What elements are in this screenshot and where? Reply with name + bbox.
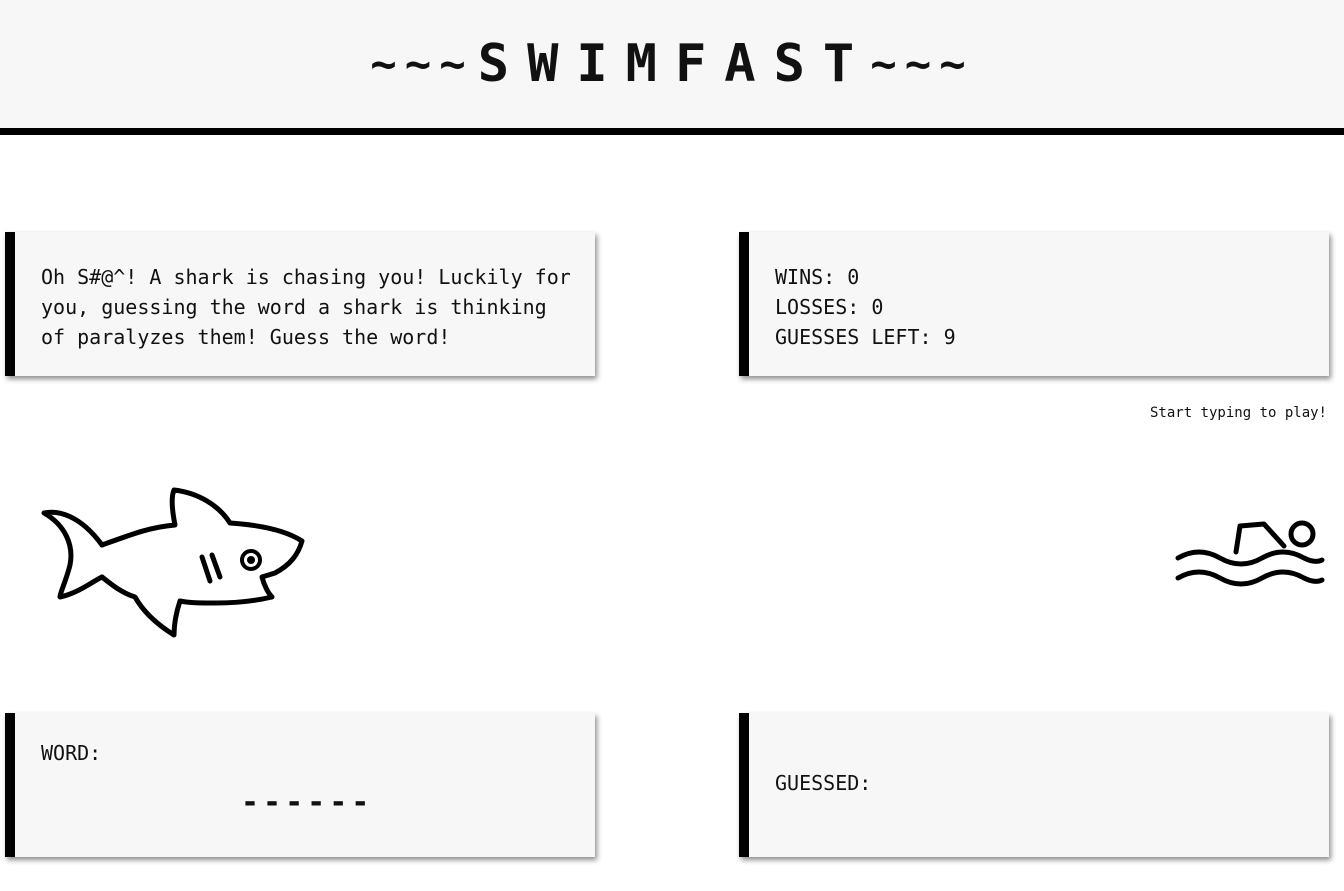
word-panel: WORD: ------ — [5, 713, 595, 857]
word-label: WORD: — [41, 741, 102, 765]
guessed-panel: GUESSED: — [739, 713, 1329, 857]
wave-decoration-left: ~~~ — [370, 38, 474, 90]
header-bar: ~~~ SWIMFAST ~~~ — [0, 0, 1344, 135]
shark-icon — [41, 487, 305, 638]
guesses-left-count: GUESSES LEFT: 9 — [775, 325, 956, 349]
swimmer-icon — [1175, 520, 1325, 587]
stats-panel: WINS: 0 LOSSES: 0 GUESSES LEFT: 9 — [739, 232, 1329, 376]
losses-count: LOSSES: 0 — [775, 295, 884, 319]
word-blanks: ------ — [241, 785, 374, 820]
intro-panel: Oh S#@^! A shark is chasing you! Luckily… — [5, 232, 595, 376]
guessed-label: GUESSED: — [775, 771, 872, 795]
title-text: SWIMFAST — [477, 34, 873, 94]
wins-count: WINS: 0 — [775, 265, 860, 289]
start-hint: Start typing to play! — [1149, 405, 1327, 421]
game-title: ~~~ SWIMFAST ~~~ — [366, 34, 977, 94]
wave-decoration-right: ~~~ — [870, 38, 974, 90]
intro-text: Oh S#@^! A shark is chasing you! Luckily… — [41, 265, 571, 349]
